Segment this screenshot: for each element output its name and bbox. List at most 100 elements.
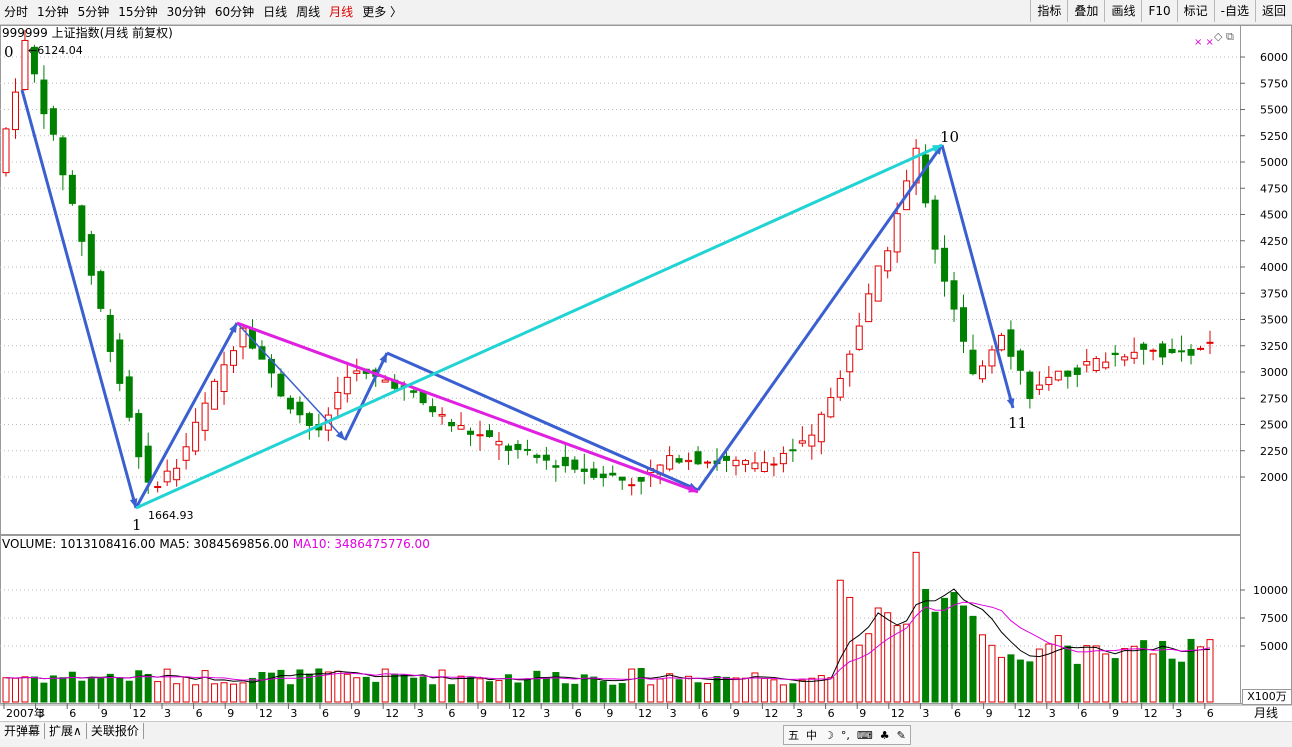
volume-bar-down — [372, 681, 380, 703]
volume-bar-down — [941, 597, 949, 703]
candle-down — [49, 108, 57, 135]
candle-down — [410, 390, 418, 393]
volume-bar-up — [211, 683, 219, 703]
candle-up — [884, 250, 892, 272]
volume-bar-up — [438, 669, 446, 703]
period-tab-0[interactable]: 分时 — [4, 4, 28, 20]
volume-bar-up — [1121, 648, 1129, 703]
period-tab-6[interactable]: 日线 — [263, 4, 287, 20]
candle-up — [846, 353, 854, 373]
toolbar-button-3[interactable]: F10 — [1141, 0, 1177, 22]
ime-button-5[interactable]: ♣ — [880, 729, 890, 742]
ime-button-2[interactable]: ☽ — [824, 729, 834, 742]
xaxis-label: 6 — [1207, 707, 1214, 720]
candle-down — [448, 421, 456, 427]
right-toolbar: 指标 叠加 画线 F10 标记 -自选 返回 — [1030, 0, 1292, 24]
volume-bar-up — [173, 683, 181, 703]
xaxis-label: 12 — [638, 707, 652, 720]
volume-bar-down — [675, 679, 683, 703]
xaxis-label: 9 — [101, 707, 108, 720]
ime-button-6[interactable]: ✎ — [897, 729, 906, 742]
ime-toolbar: 五中 ☽ °, ⌨ ♣ ✎ — [783, 725, 911, 745]
volume-bar-down — [637, 667, 645, 703]
toolbar-button-2[interactable]: 画线 — [1104, 0, 1142, 22]
bottom-tab-0[interactable]: 开弹幕 — [0, 723, 46, 739]
period-tab-3[interactable]: 15分钟 — [118, 4, 157, 20]
candle-down — [1140, 343, 1148, 350]
xaxis-label: 3 — [290, 707, 297, 720]
candle-down — [78, 205, 86, 242]
candle-up — [163, 470, 171, 483]
period-tab-4[interactable]: 30分钟 — [167, 4, 206, 20]
candle-down — [533, 454, 541, 458]
candle-down — [40, 79, 48, 115]
candle-up — [1102, 361, 1110, 369]
period-tab-2[interactable]: 5分钟 — [78, 4, 110, 20]
price-tick-label: 2000 — [1260, 471, 1288, 484]
candle-down — [144, 445, 152, 483]
volume-header: VOLUME: 1013108416.00 MA5: 3084569856.00… — [2, 537, 430, 551]
candle-up — [808, 434, 816, 447]
xaxis-label: 3 — [417, 707, 424, 720]
price-tick-label: 3000 — [1260, 366, 1288, 379]
wave-line — [940, 144, 1015, 409]
candle-down — [1168, 348, 1176, 354]
volume-bar-down — [1073, 663, 1081, 703]
candle-up — [230, 350, 238, 366]
ime-button-1[interactable]: 中 — [806, 727, 817, 743]
candle-down — [1187, 349, 1195, 356]
candle-up — [997, 334, 1005, 351]
volume-bar-down — [78, 680, 86, 703]
toolbar-button-6[interactable]: 返回 — [1254, 0, 1292, 22]
ime-button-3[interactable]: °, — [841, 729, 850, 742]
volume-bar-down — [144, 673, 152, 703]
candle-down — [950, 280, 958, 310]
period-tab-5[interactable]: 60分钟 — [215, 4, 254, 20]
volume-bar-down — [87, 677, 95, 703]
volume-bar-up — [21, 676, 29, 703]
candle-down — [429, 406, 437, 413]
xaxis-label: 9 — [1112, 707, 1119, 720]
volume-bar-down — [1178, 661, 1186, 703]
bottom-tab-2[interactable]: 关联报价 — [86, 723, 144, 739]
candle-down — [106, 314, 114, 352]
candle-up — [495, 440, 503, 446]
price-tick-label: 3500 — [1260, 314, 1288, 327]
volume-bar-up — [988, 644, 996, 703]
price-tick-label: 5500 — [1260, 104, 1288, 117]
xaxis-label: 9 — [606, 707, 613, 720]
period-tab-7[interactable]: 周线 — [296, 4, 320, 20]
kline-chart[interactable]: 6000575055005250500047504500425040003750… — [0, 25, 1292, 721]
candle-down — [969, 349, 977, 375]
candle-down — [789, 449, 797, 452]
toolbar-button-0[interactable]: 指标 — [1030, 0, 1068, 22]
period-tab-8[interactable]: 月线 — [329, 4, 353, 20]
candle-up — [1121, 356, 1129, 361]
candle-down — [599, 473, 607, 479]
volume-bar-down — [410, 677, 418, 703]
volume-bar-up — [656, 678, 664, 703]
volume-bar-up — [685, 675, 693, 703]
period-tab-1[interactable]: 1分钟 — [37, 4, 69, 20]
candle-down — [116, 339, 124, 384]
volume-bar-down — [960, 605, 968, 703]
ime-button-4[interactable]: ⌨ — [857, 729, 873, 742]
bottom-tab-1[interactable]: 扩展∧ — [45, 723, 87, 739]
volume-bar-down — [258, 671, 266, 703]
volume-bar-down — [40, 682, 48, 703]
candle-down — [571, 459, 579, 470]
toolbar-button-1[interactable]: 叠加 — [1067, 0, 1105, 22]
candle-up — [220, 364, 228, 393]
period-tab-9[interactable]: 更多 〉 — [362, 4, 402, 20]
candle-up — [855, 325, 863, 350]
ime-button-0[interactable]: 五 — [788, 727, 799, 743]
candle-up — [798, 440, 806, 444]
volume-bar-up — [192, 684, 200, 703]
toolbar-button-5[interactable]: -自选 — [1213, 0, 1255, 22]
wave-line — [134, 322, 239, 509]
toolbar-button-4[interactable]: 标记 — [1176, 0, 1214, 22]
volume-bar-down — [618, 683, 626, 703]
candle-up — [1149, 349, 1157, 352]
candle-up — [1083, 361, 1091, 366]
volume-bar-up — [1102, 653, 1110, 703]
